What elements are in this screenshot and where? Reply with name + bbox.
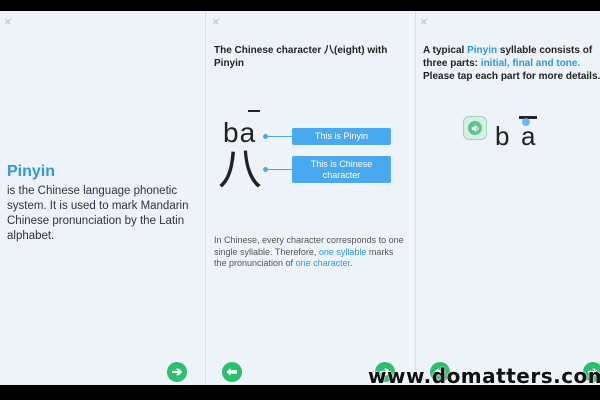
- callout-pinyin: This is Pinyin: [292, 128, 391, 145]
- panel-character-example: × The Chinese character 八(eight) with Pi…: [205, 11, 415, 385]
- arrow-right-icon: ➔: [171, 364, 183, 379]
- tone-mark: [248, 110, 260, 112]
- tutorial-stage: × Pinyin is the Chinese language phoneti…: [0, 11, 600, 385]
- example-heading: The Chinese character 八(eight) with Piny…: [214, 45, 388, 69]
- chinese-character: 八: [218, 144, 262, 195]
- initial-part[interactable]: b: [495, 123, 509, 149]
- play-audio-button[interactable]: [463, 116, 487, 140]
- one-character-link[interactable]: one character: [296, 258, 351, 268]
- back-arrow-button[interactable]: ⬅: [222, 362, 242, 382]
- pinyin-syllable: ba: [223, 117, 257, 148]
- parts-link[interactable]: initial, final and tone.: [481, 58, 580, 69]
- syllable-parts-heading: A typical Pinyin syllable consists of th…: [423, 44, 600, 83]
- panel-pinyin-intro: × Pinyin is the Chinese language phoneti…: [0, 11, 205, 385]
- next-arrow-button[interactable]: ➔: [167, 362, 187, 382]
- one-syllable-link[interactable]: one syllable: [319, 247, 367, 257]
- letterbox-frame: × Pinyin is the Chinese language phoneti…: [0, 0, 600, 400]
- example-explanation: In Chinese, every character corresponds …: [214, 235, 404, 270]
- pinyin-link[interactable]: Pinyin: [467, 45, 497, 56]
- pinyin-title: Pinyin: [7, 163, 56, 180]
- arrow-left-icon: ⬅: [226, 364, 238, 379]
- heading-text: Please tap each part for more details.: [423, 71, 600, 82]
- speaker-icon: [468, 121, 482, 135]
- heading-text: A typical: [423, 45, 468, 56]
- callout-connector: [267, 169, 292, 170]
- watermark: www.domatters.com: [368, 364, 600, 388]
- callout-connector: [267, 136, 292, 137]
- explanation-text: .: [350, 258, 353, 268]
- close-icon[interactable]: ×: [420, 15, 432, 28]
- final-part[interactable]: a: [521, 123, 535, 149]
- pinyin-description: is the Chinese language phonetic system.…: [7, 185, 189, 242]
- callout-character: This is Chinese character: [292, 156, 391, 183]
- speaker-glyph: [471, 124, 479, 132]
- close-icon[interactable]: ×: [212, 15, 224, 28]
- close-icon[interactable]: ×: [4, 15, 16, 28]
- panel-syllable-parts: × A typical Pinyin syllable consists of …: [415, 11, 600, 385]
